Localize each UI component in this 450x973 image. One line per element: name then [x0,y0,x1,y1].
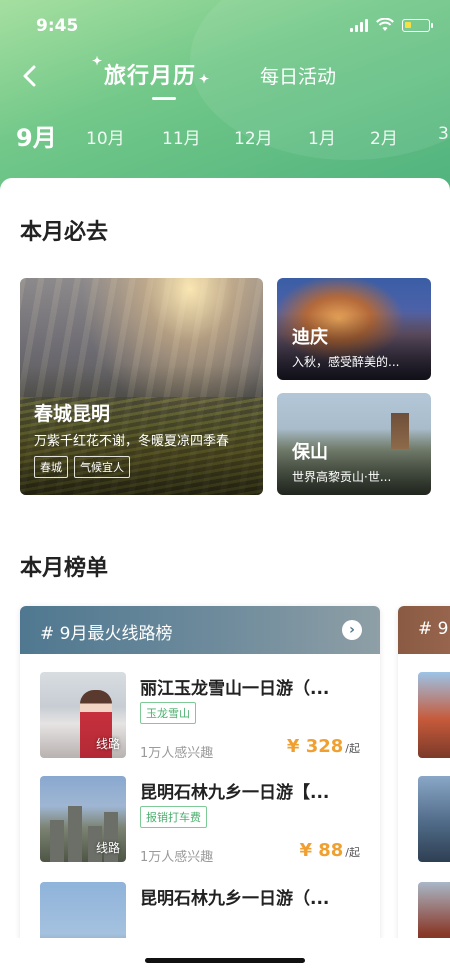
ranking-list-title: # 9 [418,619,449,639]
list-item[interactable]: 昆明石林九乡一日游（... [20,882,380,938]
route-name: 昆明石林九乡一日游（... [140,889,330,909]
destination-name: 迪庆 [292,327,328,348]
destination-description: 世界高黎贡山·世... [292,470,392,484]
destination-card-baoshan[interactable]: 保山 世界高黎贡山·世... [277,393,431,495]
ranking-card: # 9月最火线路榜 › 线路 丽江玉龙雪山一日游（... 玉龙雪山 1万人感兴趣… [20,606,380,938]
chevron-right-icon[interactable]: › [342,620,362,640]
signal-icon [350,18,368,32]
route-price: ¥ 328/起 [287,736,360,757]
route-thumbnail: 线路 [40,776,126,862]
back-button[interactable] [18,62,42,90]
destination-description: 万紫千红花不谢，冬暖夏凉四季春 [34,434,230,449]
battery-icon [402,18,433,32]
ranking-card-next[interactable]: # 9 [398,606,450,938]
route-tag: 报销打车费 [140,806,207,828]
list-item[interactable]: 线路 昆明石林九乡一日游【... 报销打车费 1万人感兴趣 ¥ 88/起 [20,776,380,876]
route-name: 丽江玉龙雪山一日游（... [140,679,330,699]
month-tab[interactable]: 11月 [162,124,201,149]
interest-count: 1万人感兴趣 [140,746,214,761]
month-tab[interactable]: 10月 [86,124,125,149]
month-selector: 9月 10月 11月 12月 1月 2月 3 [0,118,450,158]
tab-travel-calendar-label: 旅行月历 [104,63,197,89]
sparkle-icon: ✦ [198,72,211,86]
route-tag: 玉龙雪山 [140,702,196,724]
month-tab[interactable]: 12月 [234,124,273,149]
list-item[interactable]: 线路 丽江玉龙雪山一日游（... 玉龙雪山 1万人感兴趣 ¥ 328/起 [20,672,380,772]
destination-name: 春城昆明 [34,403,111,425]
destination-tag: 气候宜人 [74,456,130,478]
status-icons [350,18,433,32]
sparkle-icon: ✦ [92,54,104,68]
destination-card-diqing[interactable]: 迪庆 入秋，感受醉美的... [277,278,431,380]
tab-daily-activity[interactable]: 每日活动 [260,62,336,89]
destination-description: 入秋，感受醉美的... [292,355,400,369]
month-tab[interactable]: 1月 [308,124,336,149]
route-thumbnail [418,776,450,862]
route-thumbnail [40,882,126,938]
ranking-card-header[interactable]: # 9月最火线路榜 › [20,606,380,654]
route-thumbnail [418,672,450,758]
destination-name: 保山 [292,442,328,463]
header: 9:45 ✦ 旅行月历 ✦ 每日活动 9月 10月 11月 12月 1月 2月 … [0,0,450,200]
wifi-icon [376,18,394,31]
featured-destination-card[interactable]: 春城昆明 万紫千红花不谢，冬暖夏凉四季春 春城 气候宜人 [20,278,263,495]
main-content: 本月必去 春城昆明 万紫千红花不谢，冬暖夏凉四季春 春城 气候宜人 迪庆 入秋，… [0,178,450,938]
month-tab[interactable]: 3 [438,124,449,144]
chevron-left-icon [23,65,36,87]
must-go-title: 本月必去 [20,220,109,245]
status-time: 9:45 [36,16,79,36]
thumbnail-label: 线路 [95,841,120,855]
route-name: 昆明石林九乡一日游【... [140,783,330,803]
destination-tags: 春城 气候宜人 [34,456,130,478]
active-tab-indicator [152,97,176,100]
destination-tag: 春城 [34,456,68,478]
route-thumbnail [418,882,450,938]
route-thumbnail: 线路 [40,672,126,758]
top-nav: ✦ 旅行月历 ✦ 每日活动 [0,52,450,102]
price-unit: /起 [345,742,360,755]
ranking-title: 本月榜单 [20,556,109,581]
interest-count: 1万人感兴趣 [140,850,214,865]
price-value: ¥ 88 [299,840,344,861]
price-value: ¥ 328 [286,736,344,757]
price-unit: /起 [345,846,360,859]
month-tab[interactable]: 9月 [16,118,57,153]
route-price: ¥ 88/起 [299,840,360,861]
home-indicator[interactable] [145,958,305,963]
tab-travel-calendar[interactable]: ✦ 旅行月历 ✦ [92,54,209,90]
thumbnail-label: 线路 [95,737,120,751]
month-tab[interactable]: 2月 [370,124,398,149]
ranking-list-title: # 9月最火线路榜 [40,624,173,644]
status-bar: 9:45 [0,0,450,50]
